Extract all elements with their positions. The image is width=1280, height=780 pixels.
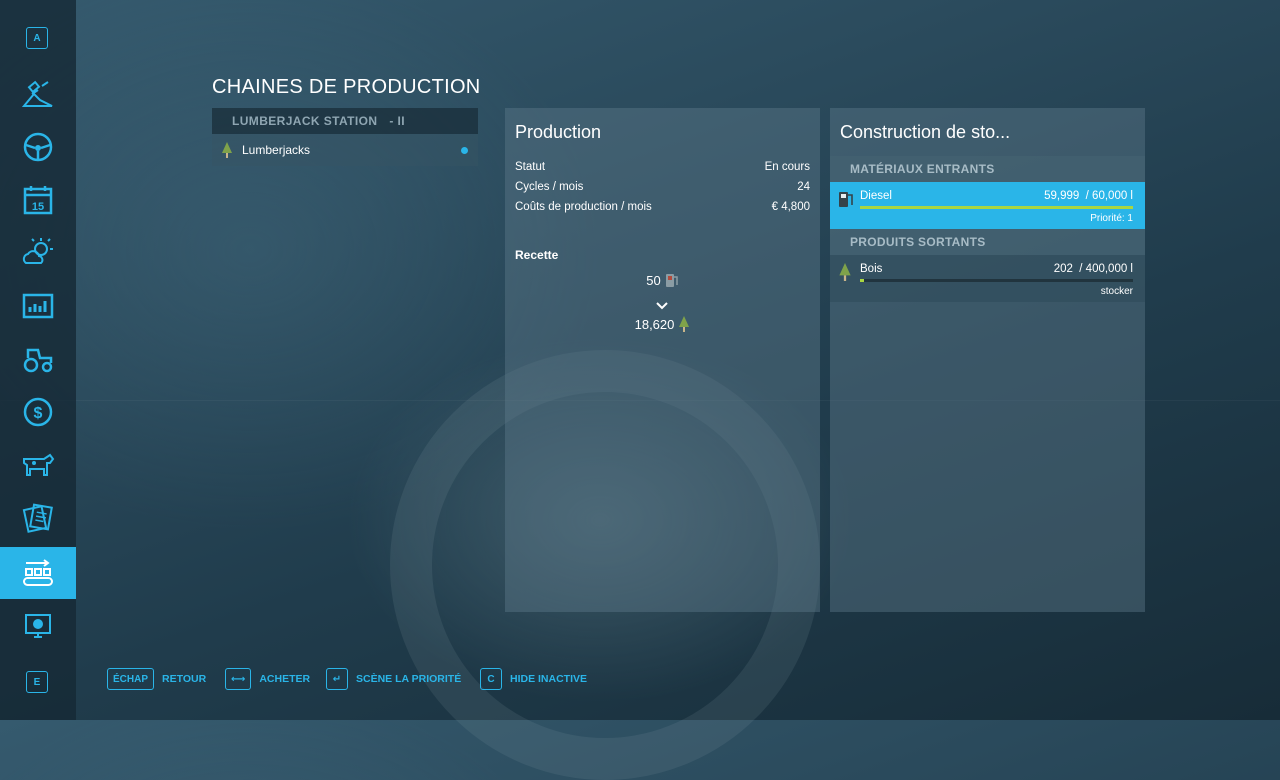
- stat-row-costs: Coûts de production / mois € 4,800: [515, 201, 810, 213]
- sidebar-item-garage[interactable]: [0, 333, 76, 385]
- calendar-icon: 15: [23, 186, 53, 215]
- material-priority: Priorité: 1: [1090, 213, 1133, 224]
- sidebar-item-production[interactable]: [0, 547, 76, 599]
- station-number: - II: [389, 114, 406, 128]
- recipe-title: Recette: [515, 248, 559, 262]
- material-name: Diesel: [860, 190, 892, 202]
- active-status-dot: [461, 147, 468, 154]
- material-fill-bar: [860, 206, 1133, 209]
- sidebar-next-key[interactable]: E: [26, 671, 48, 693]
- material-amount: 202 / 400,000 l: [1053, 263, 1133, 275]
- action-label: RETOUR: [162, 673, 207, 685]
- chevron-down-icon: [656, 302, 668, 310]
- calendar-day: 15: [32, 201, 44, 213]
- stat-value: En cours: [764, 161, 810, 173]
- action-label: SCÈNE LA PRIORITÉ: [356, 673, 462, 685]
- enter-key-icon: ↵: [326, 668, 348, 690]
- sidebar: A 15 $ E: [0, 0, 76, 720]
- storage-panel: Construction de sto... MATÉRIAUX ENTRANT…: [830, 108, 1145, 612]
- priority-action[interactable]: ↵ SCÈNE LA PRIORITÉ: [326, 668, 461, 690]
- storage-title: Construction de sto...: [840, 122, 1011, 142]
- station-name: LUMBERJACK STATION: [232, 114, 378, 128]
- production-title: Production: [515, 122, 602, 142]
- tree-icon: [222, 142, 232, 158]
- fuel-pump-icon: [665, 274, 678, 287]
- escape-key: ÉCHAP: [107, 668, 155, 690]
- sidebar-item-weather[interactable]: [0, 227, 76, 279]
- svg-text:$: $: [34, 405, 43, 422]
- production-panel: Production Statut En cours Cycles / mois…: [505, 108, 820, 612]
- stat-label: Cycles / mois: [515, 181, 584, 193]
- back-action[interactable]: ÉCHAP RETOUR: [107, 668, 206, 690]
- list-header: LUMBERJACK STATION - II: [212, 108, 478, 134]
- input-material-row[interactable]: Diesel 59,999 / 60,000 l Priorité: 1: [830, 182, 1145, 229]
- tractor-icon: [23, 348, 53, 373]
- list-item-label: Lumberjacks: [242, 143, 311, 157]
- material-amount: 59,999 / 60,000 l: [1044, 190, 1133, 202]
- recipe-output: 18,620: [505, 316, 820, 332]
- sidebar-item-vehicles[interactable]: [0, 121, 76, 173]
- material-name: Bois: [860, 263, 883, 275]
- sidebar-item-finances[interactable]: $: [0, 386, 76, 438]
- material-fill-bar: [860, 279, 1133, 282]
- recipe-input: 50: [505, 272, 820, 288]
- outputs-header: PRODUITS SORTANTS: [830, 229, 1145, 255]
- sidebar-item-statistics[interactable]: [0, 280, 76, 332]
- stat-row-status: Statut En cours: [515, 161, 810, 173]
- stat-value: € 4,800: [771, 201, 810, 213]
- sidebar-prev-key[interactable]: A: [26, 27, 48, 49]
- animals-icon: [23, 453, 55, 476]
- stat-value: 24: [797, 181, 810, 193]
- hide-inactive-action[interactable]: C HIDE INACTIVE: [480, 668, 587, 690]
- sidebar-item-contracts[interactable]: [0, 492, 76, 544]
- recipe-output-amount: 18,620: [634, 316, 675, 332]
- list-item[interactable]: Lumberjacks: [212, 134, 478, 166]
- production-list: LUMBERJACK STATION - II Lumberjacks: [212, 108, 478, 166]
- action-label: ACHETER: [259, 673, 311, 685]
- satellite-map-icon: [21, 80, 53, 107]
- page-title: CHAINES DE PRODUCTION: [212, 76, 481, 98]
- tree-icon: [679, 316, 690, 332]
- tree-icon: [839, 263, 851, 281]
- sidebar-item-map[interactable]: [0, 68, 76, 120]
- sidebar-item-animals[interactable]: [0, 439, 76, 491]
- output-material-row[interactable]: Bois 202 / 400,000 l stocker: [830, 255, 1145, 302]
- production-icon: [23, 559, 53, 586]
- sidebar-item-calendar[interactable]: 15: [0, 174, 76, 226]
- sidebar-item-help[interactable]: [0, 600, 76, 652]
- steering-wheel-icon: [23, 132, 53, 162]
- money-icon: $: [23, 397, 53, 427]
- help-icon: [25, 614, 51, 638]
- contracts-icon: [22, 503, 53, 533]
- action-label: HIDE INACTIVE: [510, 673, 588, 685]
- c-key: C: [480, 668, 502, 690]
- inputs-header: MATÉRIAUX ENTRANTS: [830, 156, 1145, 182]
- stat-row-cycles: Cycles / mois 24: [515, 181, 810, 193]
- statistics-icon: [22, 293, 54, 319]
- stat-label: Statut: [515, 161, 546, 173]
- stat-label: Coûts de production / mois: [515, 201, 652, 213]
- buy-key-icon: ⟷: [225, 668, 252, 690]
- buy-action[interactable]: ⟷ ACHETER: [225, 668, 310, 690]
- material-mode: stocker: [1100, 286, 1133, 297]
- weather-icon: [22, 238, 53, 264]
- recipe-input-amount: 50: [646, 272, 661, 288]
- fuel-pump-icon: [839, 192, 853, 207]
